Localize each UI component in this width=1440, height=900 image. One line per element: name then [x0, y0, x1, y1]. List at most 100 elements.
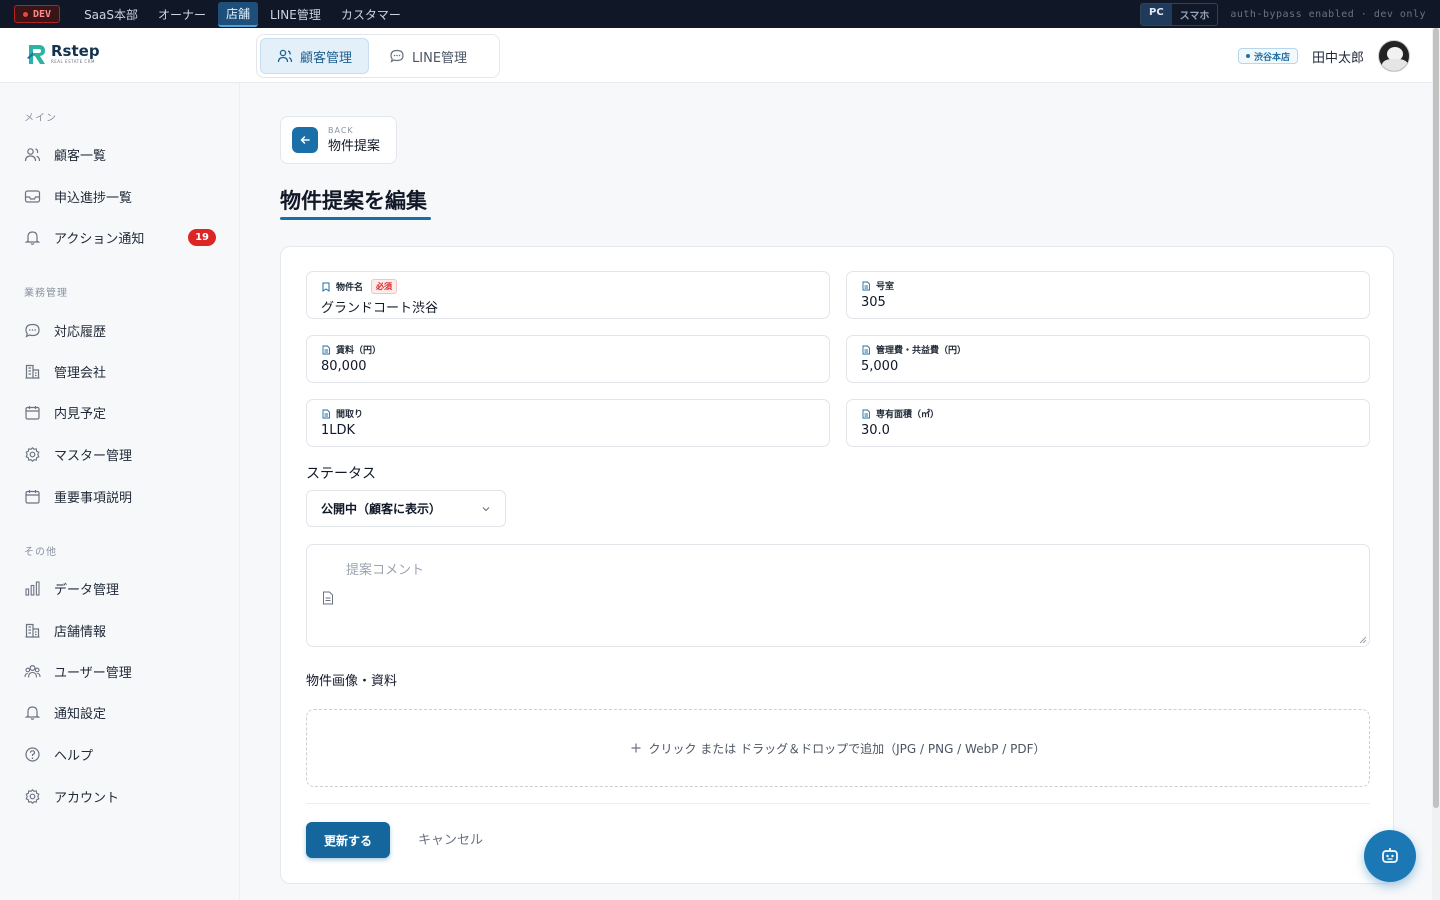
required-badge: 必須	[371, 279, 398, 294]
sidebar-item-label: 申込進捗一覧	[54, 190, 133, 206]
store-badge: 渋谷本店	[1237, 48, 1298, 64]
chat-icon	[390, 49, 404, 63]
sidebar-item-management-company[interactable]: 管理会社	[24, 357, 216, 385]
dropzone-text: クリック または ドラッグ＆ドロップで追加（JPG / PNG / WebP /…	[648, 741, 1046, 756]
sidebar-item-viewing-schedule[interactable]: 内見予定	[24, 398, 216, 426]
management-fee-field[interactable]: 管理費・共益費（円） 5,000	[846, 335, 1370, 383]
app-logo[interactable]: Rstep REAL ESTATE CRM	[26, 42, 100, 66]
sidebar-item-label: アクション通知	[54, 231, 145, 247]
images-label: 物件画像・資料	[306, 674, 398, 689]
sidebar-item-important-matters[interactable]: 重要事項説明	[24, 482, 216, 510]
tab-customer-management[interactable]: 顧客管理	[260, 38, 370, 74]
sidebar-section-operations: 業務管理	[24, 288, 68, 299]
sidebar-item-correspondence-history[interactable]: 対応履歴	[24, 316, 216, 344]
tab-label: 顧客管理	[300, 50, 353, 66]
arrow-left-icon	[292, 127, 318, 153]
document-icon	[322, 409, 330, 418]
sidebar: メイン 顧客一覧 申込進捗一覧 アクション通知 19 業務管理 対応履歴 管理会…	[0, 83, 240, 900]
gear-icon	[25, 788, 40, 804]
bar-chart-icon	[25, 580, 40, 596]
sidebar-item-label: ヘルプ	[54, 748, 94, 764]
logo-subtitle: REAL ESTATE CRM	[51, 59, 95, 64]
management-fee-value: 5,000	[861, 359, 899, 374]
scrollbar-thumb[interactable]	[1433, 28, 1439, 808]
users-icon	[277, 49, 293, 63]
dev-dot	[23, 11, 28, 17]
comment-placeholder: 提案コメント	[346, 563, 425, 578]
field-label: 物件名	[336, 283, 364, 293]
dev-nav-store[interactable]: 店舗	[218, 1, 259, 27]
page-title: 物件提案を編集	[280, 189, 427, 213]
status-select[interactable]: 公開中（顧客に表示）	[306, 490, 506, 527]
field-label: 管理費・共益費（円）	[876, 346, 967, 356]
sidebar-item-label: データ管理	[54, 582, 120, 598]
sidebar-item-help[interactable]: ヘルプ	[24, 740, 216, 768]
room-number-value: 305	[861, 295, 886, 310]
dev-badge-label: DEV	[33, 8, 52, 20]
top-nav: 顧客管理 LINE管理	[256, 34, 500, 78]
title-underline	[280, 217, 431, 220]
dev-nav-customer[interactable]: カスタマー	[333, 3, 409, 26]
rent-field[interactable]: 賃料（円） 80,000	[306, 335, 830, 383]
sidebar-item-label: 管理会社	[54, 365, 107, 381]
notification-count-badge: 19	[188, 228, 216, 246]
logo-text: Rstep	[51, 42, 100, 60]
sidebar-item-application-progress[interactable]: 申込進捗一覧	[24, 182, 216, 210]
sidebar-item-label: 顧客一覧	[54, 148, 107, 164]
sidebar-item-action-notifications[interactable]: アクション通知 19	[24, 223, 216, 251]
tab-line-management[interactable]: LINE管理	[373, 38, 483, 74]
document-icon	[862, 281, 870, 290]
floor-area-field[interactable]: 専有面積（㎡） 30.0	[846, 399, 1370, 447]
sidebar-item-label: 内見予定	[54, 406, 107, 422]
page-scrollbar[interactable]	[1432, 28, 1440, 900]
gear-icon	[25, 446, 40, 462]
bell-icon	[24, 705, 41, 720]
rent-value: 80,000	[321, 359, 367, 374]
file-dropzone[interactable]: クリック または ドラッグ＆ドロップで追加（JPG / PNG / WebP /…	[306, 709, 1370, 787]
chatbot-button[interactable]	[1364, 830, 1416, 882]
update-button[interactable]: 更新する	[306, 822, 390, 858]
resize-handle-icon[interactable]	[1359, 636, 1367, 644]
status-select-value: 公開中（顧客に表示）	[321, 502, 442, 516]
dev-toolbar: DEV SaaS本部 オーナー 店舗 LINE管理 カスタマー PC スマホ a…	[0, 0, 1440, 28]
sidebar-item-user-management[interactable]: ユーザー管理	[24, 657, 216, 685]
view-mobile-button[interactable]: スマホ	[1172, 4, 1218, 25]
field-label: 賃料（円）	[336, 346, 382, 356]
view-pc-button[interactable]: PC	[1141, 3, 1172, 25]
sidebar-item-label: ユーザー管理	[54, 665, 132, 681]
field-label: 間取り	[336, 410, 364, 420]
sidebar-item-label: 店舗情報	[54, 624, 107, 640]
avatar[interactable]	[1378, 40, 1410, 72]
logo-mark-icon	[27, 45, 45, 64]
robot-icon	[1382, 848, 1398, 863]
room-number-field[interactable]: 号室 305	[846, 271, 1370, 319]
dev-note: auth-bypass enabled · dev only	[1230, 8, 1426, 20]
sidebar-item-account[interactable]: アカウント	[24, 782, 216, 810]
user-name[interactable]: 田中太郎	[1312, 47, 1364, 66]
plus-icon	[631, 743, 641, 753]
document-icon	[322, 345, 330, 354]
cancel-button[interactable]: キャンセル	[418, 829, 483, 848]
property-name-field[interactable]: 物件名 必須 グランドコート渋谷	[306, 271, 830, 319]
sidebar-item-data-management[interactable]: データ管理	[24, 574, 216, 602]
sidebar-item-master-management[interactable]: マスター管理	[24, 440, 216, 468]
sidebar-item-store-info[interactable]: 店舗情報	[24, 616, 216, 644]
dev-nav-saas[interactable]: SaaS本部	[76, 3, 146, 26]
back-label: 物件提案	[328, 139, 381, 154]
chevron-down-icon	[482, 506, 490, 511]
calendar-icon	[25, 405, 40, 420]
help-icon	[25, 746, 40, 762]
chat-icon	[25, 323, 40, 338]
edit-form-card: 物件名 必須 グランドコート渋谷 号室 305 賃料（円） 80,000 管理費・…	[280, 246, 1394, 884]
dev-nav-owner[interactable]: オーナー	[150, 3, 214, 26]
sidebar-item-customer-list[interactable]: 顧客一覧	[24, 140, 216, 168]
sidebar-item-notification-settings[interactable]: 通知設定	[24, 698, 216, 726]
layout-field[interactable]: 間取り 1LDK	[306, 399, 830, 447]
dev-nav-line[interactable]: LINE管理	[262, 3, 329, 26]
back-caption: BACK	[328, 126, 354, 135]
inbox-icon	[24, 189, 41, 203]
sidebar-item-label: 通知設定	[54, 706, 107, 722]
proposal-comment-input[interactable]: 提案コメント	[306, 544, 1370, 647]
back-button[interactable]: BACK 物件提案	[280, 116, 397, 164]
sidebar-item-label: アカウント	[54, 790, 120, 806]
